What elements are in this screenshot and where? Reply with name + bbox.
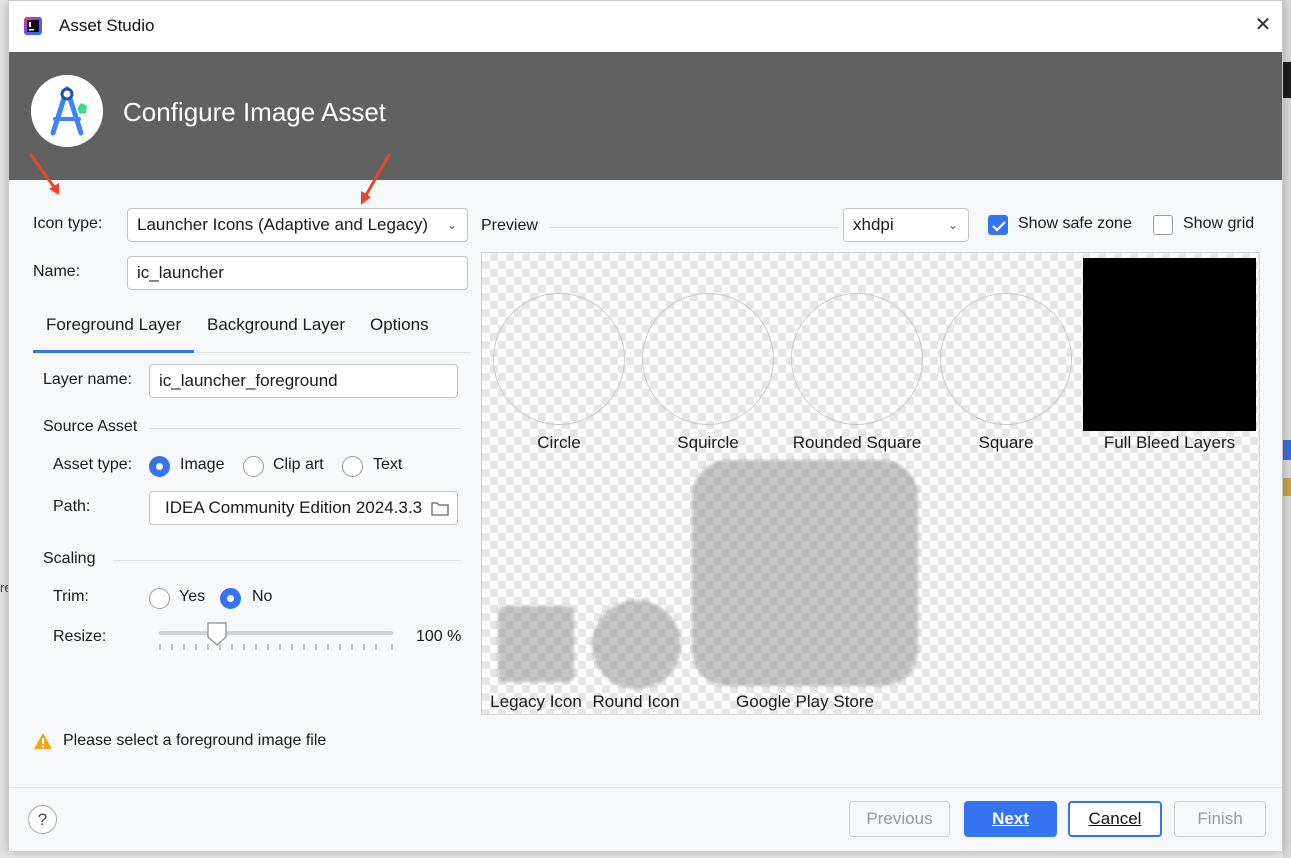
- caption-legacy-icon: Legacy Icon: [490, 692, 582, 711]
- path-field[interactable]: IDEA Community Edition 2024.3.3: [149, 491, 458, 525]
- warning-message: Please select a foreground image file: [63, 732, 327, 749]
- density-value: xhdpi: [853, 215, 894, 234]
- background-left-edge: re: [0, 0, 12, 858]
- show-safe-zone-checkbox[interactable]: [988, 215, 1008, 235]
- android-studio-compass-icon: [31, 75, 103, 147]
- caption-round-icon: Round Icon: [592, 692, 680, 711]
- caption-square: Square: [978, 433, 1034, 452]
- close-icon[interactable]: ✕: [1252, 14, 1274, 36]
- rounded-square-preview: [791, 293, 923, 425]
- cancel-button[interactable]: Cancel: [1068, 801, 1162, 837]
- preview-canvas: Circle Squircle Rounded Square Square Fu…: [481, 252, 1260, 715]
- previous-button[interactable]: Previous: [849, 801, 950, 837]
- icon-type-dropdown[interactable]: Launcher Icons (Adaptive and Legacy) ⌄: [127, 208, 468, 242]
- chevron-down-icon: ⌄: [947, 218, 958, 232]
- background-blue-block: [1283, 440, 1291, 460]
- background-gold-block: [1283, 478, 1291, 496]
- asset-type-text-radio[interactable]: [342, 456, 363, 477]
- square-preview: [940, 293, 1072, 425]
- trim-no-radio[interactable]: [220, 588, 241, 609]
- resize-slider-track[interactable]: [159, 631, 393, 635]
- caption-rounded-square: Rounded Square: [792, 433, 922, 452]
- scaling-heading: Scaling: [43, 550, 96, 567]
- icon-type-value: Launcher Icons (Adaptive and Legacy): [137, 215, 429, 234]
- trim-label: Trim:: [53, 588, 89, 605]
- caption-google-play-store: Google Play Store: [736, 692, 874, 711]
- preview-divider: [549, 227, 839, 228]
- tab-foreground-layer[interactable]: Foreground Layer: [46, 315, 181, 335]
- layer-name-field[interactable]: ic_launcher_foreground: [149, 364, 458, 398]
- caption-full-bleed-layers: Full Bleed Layers: [1103, 433, 1236, 452]
- caption-circle: Circle: [537, 433, 581, 452]
- asset-type-image-label[interactable]: Image: [180, 456, 224, 474]
- checkmark-icon: [992, 221, 1006, 232]
- background-right-edge: [1283, 0, 1291, 858]
- page-title: Configure Image Asset: [123, 97, 387, 127]
- resize-value: 100 %: [416, 628, 462, 645]
- squircle-preview: [642, 293, 774, 425]
- asset-studio-dialog: Asset Studio ✕ Configure Image Asset Ico…: [8, 0, 1283, 851]
- layer-name-value: ic_launcher_foreground: [159, 371, 338, 390]
- icon-type-label: Icon type:: [33, 215, 103, 232]
- asset-type-clipart-label[interactable]: Clip art: [273, 456, 324, 474]
- asset-type-clipart-radio[interactable]: [243, 456, 264, 477]
- tab-options[interactable]: Options: [370, 315, 429, 335]
- path-value: IDEA Community Edition 2024.3.3: [165, 498, 423, 517]
- asset-type-label: Asset type:: [53, 456, 133, 473]
- show-grid-label[interactable]: Show grid: [1183, 215, 1254, 233]
- density-dropdown[interactable]: xhdpi ⌄: [843, 208, 969, 242]
- folder-icon[interactable]: [431, 501, 449, 516]
- google-play-store-preview: [692, 460, 918, 686]
- source-asset-heading: Source Asset: [43, 418, 138, 435]
- preview-label: Preview: [481, 217, 538, 234]
- show-safe-zone-label[interactable]: Show safe zone: [1018, 215, 1132, 233]
- full-bleed-layers-preview: [1083, 258, 1256, 431]
- asset-type-image-radio[interactable]: [149, 456, 170, 477]
- resize-slider-ticks: [159, 644, 393, 650]
- intellij-app-icon: [24, 17, 42, 35]
- tab-selected-indicator: [33, 350, 194, 353]
- layer-name-label: Layer name:: [43, 371, 132, 388]
- chevron-down-icon: ⌄: [446, 218, 457, 232]
- annotation-arrow-right: [361, 153, 391, 205]
- name-value: ic_launcher: [137, 263, 224, 282]
- next-button[interactable]: Next: [964, 801, 1057, 837]
- trim-no-label[interactable]: No: [252, 588, 272, 606]
- annotation-arrow-left: [29, 153, 59, 195]
- asset-type-text-label[interactable]: Text: [373, 456, 402, 474]
- window-title: Asset Studio: [59, 16, 155, 35]
- header-banner: Configure Image Asset: [9, 52, 1282, 180]
- source-asset-divider: [149, 428, 461, 429]
- background-dark-block: [1283, 62, 1291, 98]
- title-bar: Asset Studio ✕: [9, 1, 1282, 52]
- legacy-icon-preview: [498, 606, 574, 682]
- path-label: Path:: [53, 498, 91, 515]
- show-grid-checkbox[interactable]: [1153, 215, 1173, 235]
- finish-button[interactable]: Finish: [1174, 801, 1266, 837]
- resize-slider-thumb[interactable]: [207, 622, 227, 646]
- trim-yes-label[interactable]: Yes: [179, 588, 205, 606]
- circle-preview: [493, 293, 625, 425]
- trim-yes-radio[interactable]: [149, 588, 170, 609]
- caption-squircle: Squircle: [677, 433, 739, 452]
- android-studio-logo: [31, 75, 103, 147]
- name-label: Name:: [33, 263, 81, 280]
- resize-label: Resize:: [53, 628, 107, 645]
- round-icon-preview: [592, 600, 681, 689]
- name-field[interactable]: ic_launcher: [127, 256, 468, 290]
- tab-background-layer[interactable]: Background Layer: [207, 315, 345, 335]
- warning-triangle-icon: [34, 733, 52, 749]
- help-icon[interactable]: ?: [28, 805, 57, 834]
- scaling-divider: [113, 560, 461, 561]
